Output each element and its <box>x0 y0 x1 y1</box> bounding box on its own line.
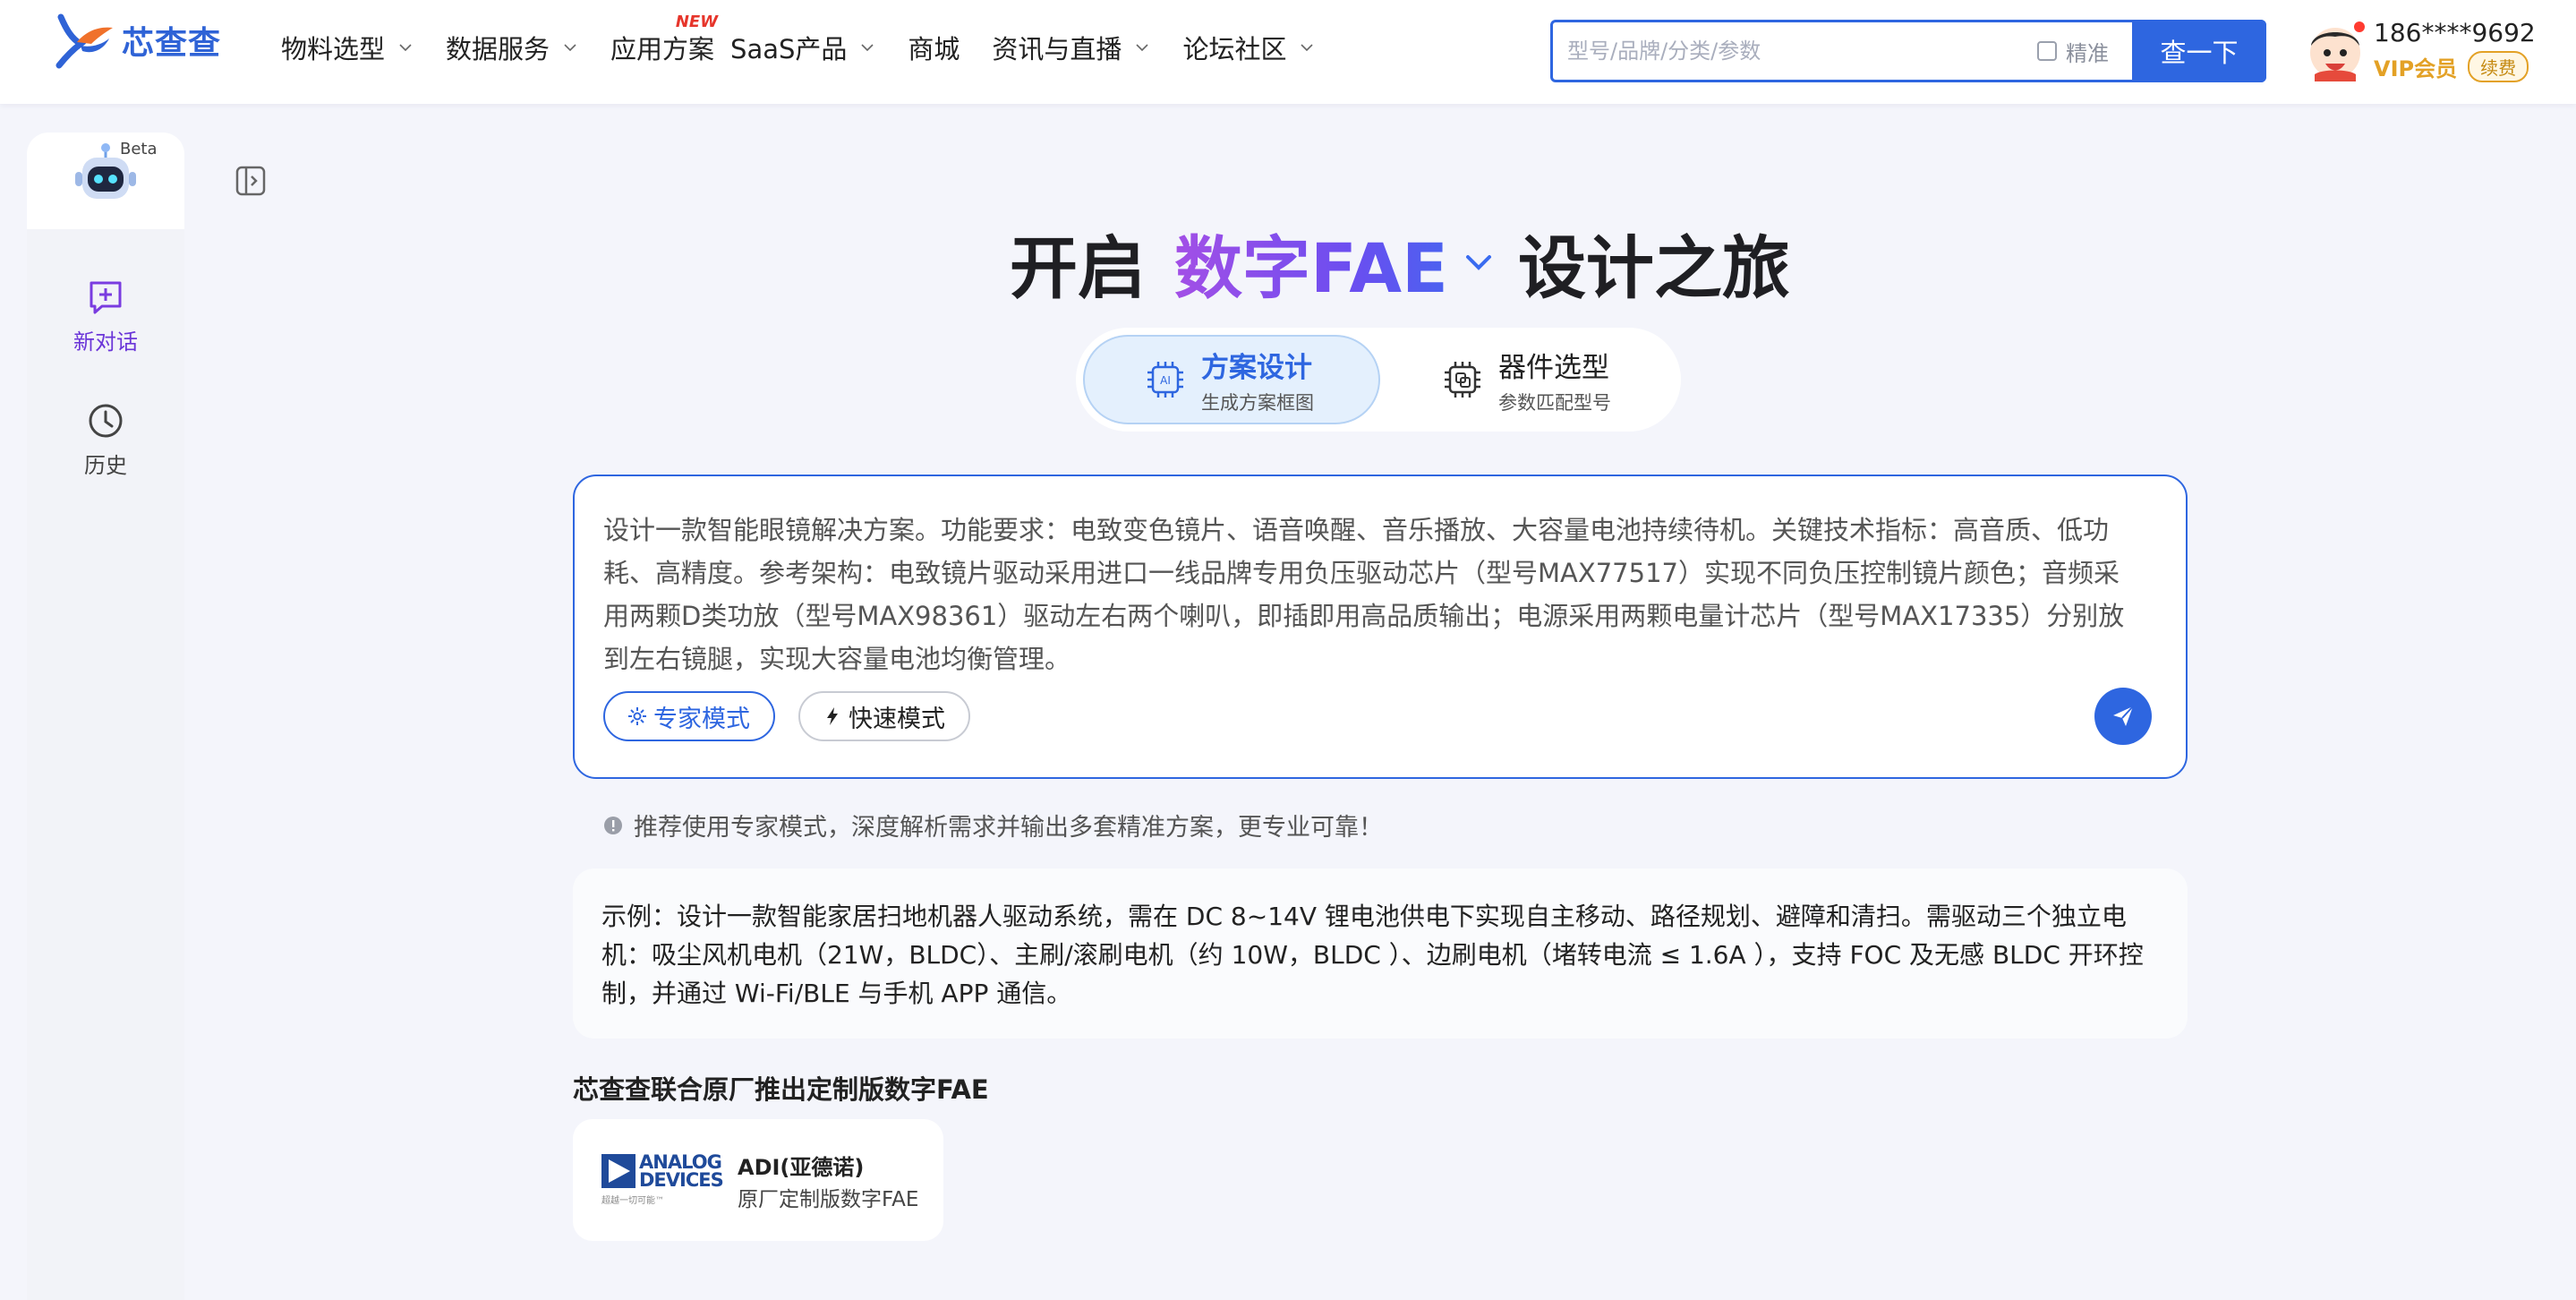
tab-solution-design[interactable]: AI 方案设计 生成方案框图 <box>1083 335 1380 424</box>
search-bar: 精准 查一下 <box>1550 20 2266 82</box>
hero-accent-label: 数字FAE <box>1174 228 1448 308</box>
precise-checkbox[interactable]: 精准 <box>2037 36 2109 67</box>
search-input[interactable] <box>1553 22 2037 80</box>
beta-badge: Beta <box>120 140 158 158</box>
adi-word-2: DEVICES <box>639 1169 724 1191</box>
tab-text: 器件选型 参数匹配型号 <box>1498 345 1611 415</box>
tab-subtitle: 参数匹配型号 <box>1498 391 1611 414</box>
user-phone: 186****9692 <box>2374 18 2536 47</box>
left-sidebar: Beta 新对话 历史 <box>27 133 184 1300</box>
nav-item-saas[interactable]: SaaS产品 <box>730 29 875 66</box>
hero-suffix: 设计之旅 <box>1517 228 1790 308</box>
search-button[interactable]: 查一下 <box>2132 20 2266 82</box>
top-header: 芯查查 物料选型 数据服务 应用方案 NEW SaaS产品 商城 资讯与直播 论… <box>0 0 2576 104</box>
main-nav: 物料选型 数据服务 应用方案 NEW SaaS产品 商城 资讯与直播 论坛社区 <box>281 13 1347 66</box>
brand-logo[interactable]: 芯查查 <box>54 9 221 72</box>
fast-mode-button[interactable]: 快速模式 <box>798 691 970 741</box>
nav-item-mall[interactable]: 商城 <box>908 29 960 66</box>
clock-icon <box>89 404 123 438</box>
tab-subtitle: 生成方案框图 <box>1201 391 1314 414</box>
chevron-down-icon <box>564 44 576 52</box>
fae-card-desc: 原厂定制版数字FAE <box>738 1188 919 1211</box>
example-text: 示例：设计一款智能家居扫地机器人驱动系统，需在 DC 8~14V 锂电池供电下实… <box>601 902 2144 1008</box>
nav-item-solutions[interactable]: 应用方案 NEW <box>610 13 718 66</box>
tab-text: 方案设计 生成方案框图 <box>1201 345 1314 415</box>
new-chat-button[interactable]: 新对话 <box>27 278 184 355</box>
adi-logo-mark <box>601 1154 635 1188</box>
chevron-down-icon <box>861 44 874 52</box>
lightning-icon <box>827 707 838 725</box>
fae-section-title: 芯查查联合原厂推出定制版数字FAE <box>573 1074 989 1105</box>
nav-item-data-services[interactable]: 数据服务 <box>446 29 578 66</box>
mode-tabs: AI 方案设计 生成方案框图 器件选型 参数匹配型号 <box>1076 328 1681 432</box>
nav-label: SaaS产品 <box>730 34 848 64</box>
user-menu[interactable]: 186****9692 VIP会员 续费 <box>2304 18 2536 82</box>
brand-name: 芯查查 <box>122 25 222 62</box>
ai-chip-icon: AI <box>1147 362 1183 398</box>
tab-title: 器件选型 <box>1498 351 1609 384</box>
new-chat-icon <box>90 281 122 314</box>
send-button[interactable] <box>2094 688 2152 745</box>
expert-mode-icon <box>628 707 646 725</box>
assistant-card: Beta <box>27 133 184 229</box>
new-badge: NEW <box>675 13 719 31</box>
fae-card-name: ADI(亚德诺) <box>738 1155 865 1180</box>
fast-mode-label: 快速模式 <box>849 705 945 733</box>
fae-card-adi[interactable]: ANALOG DEVICES 超越一切可能™ ADI(亚德诺) 原厂定制版数字F… <box>573 1119 943 1241</box>
page-title: 开启 数字FAE 设计之旅 <box>1010 213 1790 312</box>
tab-component-selection[interactable]: 器件选型 参数匹配型号 <box>1430 335 1672 424</box>
prompt-textarea[interactable]: 设计一款智能眼镜解决方案。功能要求：电致变色镜片、语音唤醒、音乐播放、大容量电池… <box>603 509 2125 680</box>
adi-word-1: ANALOG <box>639 1151 722 1173</box>
nav-label: 商城 <box>908 34 960 64</box>
nav-item-forum[interactable]: 论坛社区 <box>1182 29 1315 66</box>
history-button[interactable]: 历史 <box>27 401 184 479</box>
fae-selector[interactable]: 数字FAE <box>1174 213 1497 312</box>
nav-label: 应用方案 <box>610 34 715 64</box>
example-prompt-card[interactable]: 示例：设计一款智能家居扫地机器人驱动系统，需在 DC 8~14V 锂电池供电下实… <box>573 868 2188 1039</box>
vip-row: VIP会员 续费 <box>2374 51 2536 82</box>
nav-label: 资讯与直播 <box>992 34 1122 64</box>
chevron-down-icon <box>1465 255 1491 270</box>
sidebar-toggle-button[interactable] <box>235 165 267 197</box>
expert-mode-button[interactable]: 专家模式 <box>603 691 775 741</box>
svg-text:AI: AI <box>1160 374 1171 387</box>
nav-label: 物料选型 <box>281 34 386 64</box>
tip-text: 推荐使用专家模式，深度解析需求并输出多套精准方案，更专业可靠！ <box>634 814 1383 842</box>
sidebar-toggle-icon <box>235 166 266 196</box>
hero-prefix: 开启 <box>1010 228 1146 308</box>
nav-label: 数据服务 <box>446 34 550 64</box>
precise-label: 精准 <box>2066 40 2109 66</box>
checkbox-icon <box>2037 41 2057 61</box>
avatar[interactable] <box>2304 19 2367 81</box>
recommendation-tip: 推荐使用专家模式，深度解析需求并输出多套精准方案，更专业可靠！ <box>603 808 1383 842</box>
adi-logo: ANALOG DEVICES <box>601 1151 724 1191</box>
renew-button[interactable]: 续费 <box>2468 51 2529 82</box>
play-triangle-icon <box>609 1159 630 1183</box>
user-info: 186****9692 VIP会员 续费 <box>2374 18 2536 82</box>
vip-label: VIP会员 <box>2374 56 2458 81</box>
nav-item-news-live[interactable]: 资讯与直播 <box>992 29 1150 66</box>
history-label: 历史 <box>84 453 127 478</box>
chevron-down-icon <box>1136 44 1149 52</box>
nav-item-material-selection[interactable]: 物料选型 <box>281 29 414 66</box>
chevron-down-icon <box>1301 44 1314 52</box>
adi-tagline: 超越一切可能™ <box>601 1196 664 1206</box>
prompt-composer: 设计一款智能眼镜解决方案。功能要求：电致变色镜片、语音唤醒、音乐播放、大容量电池… <box>573 475 2188 779</box>
new-chat-label: 新对话 <box>73 329 138 355</box>
tab-title: 方案设计 <box>1201 351 1312 384</box>
adi-wordmark: ANALOG DEVICES <box>639 1151 724 1191</box>
nav-label: 论坛社区 <box>1182 34 1287 64</box>
component-chip-icon <box>1445 362 1480 398</box>
expert-mode-label: 专家模式 <box>653 705 750 733</box>
info-icon <box>604 816 622 834</box>
chevron-down-icon <box>399 44 412 52</box>
brand-mark-icon <box>55 13 113 69</box>
send-icon <box>2113 706 2134 726</box>
notification-dot <box>2354 21 2365 32</box>
